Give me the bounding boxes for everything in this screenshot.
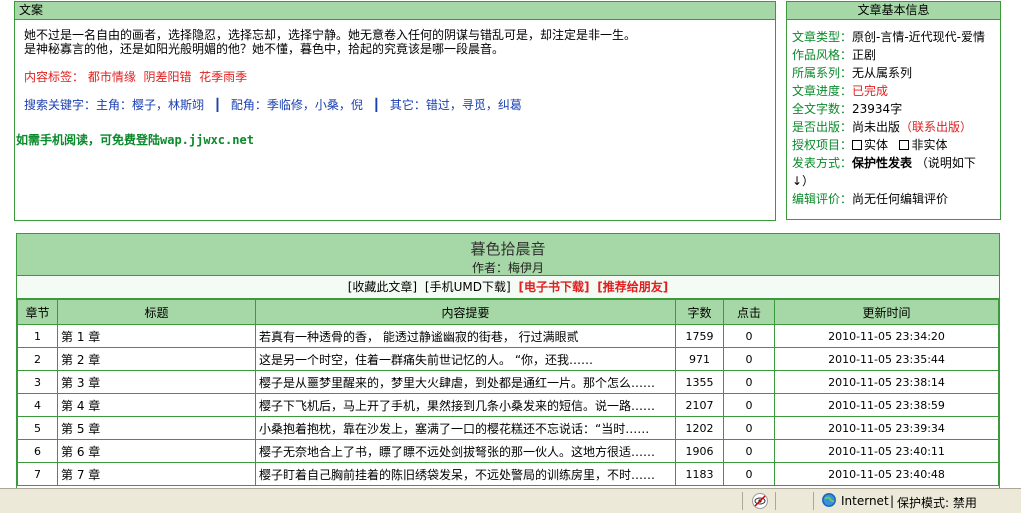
info-series: 所属系列：无从属系列 <box>792 66 913 80</box>
article-info-panel: 文章基本信息 文章类型：原创-言情-近代现代-爱情 作品风格：正剧 所属系列：无… <box>786 1 1001 220</box>
col-words: 字数 <box>675 299 724 325</box>
chapter-summary: 这是另一个时空，住着一群痛失前世记忆的人。 “你，还我…… <box>255 347 676 371</box>
checkbox-icon <box>899 140 910 150</box>
keywords-separator: ┃ <box>213 98 222 112</box>
mobile-reading-note[interactable]: 如需手机阅读，可免费登陆wap.jjwxc.net <box>16 131 254 148</box>
security-zone-label[interactable]: Internet <box>841 494 889 508</box>
col-updated: 更新时间 <box>774 299 999 325</box>
chapter-link[interactable]: 第 6 章 <box>57 439 256 463</box>
novel-title: 暮色拾晨音 <box>470 240 546 258</box>
info-publish: 是否出版：尚未出版（联系出版） <box>792 120 973 134</box>
search-keywords: 搜索关键字：主角：樱子，林斯翊 ┃ 配角：季临修，小桑，倪 ┃ 其它：错过，寻觅… <box>24 98 767 112</box>
table-header-row: 章节 标题 内容提要 字数 点击 更新时间 <box>17 299 999 325</box>
chapter-link[interactable]: 第 1 章 <box>57 324 256 348</box>
recommend-link[interactable]: [推荐给朋友] <box>597 280 668 294</box>
chapter-table: 章节 标题 内容提要 字数 点击 更新时间 1 第 1 章 若真有一种透骨的香，… <box>17 299 999 486</box>
chapter-link[interactable]: 第 2 章 <box>57 347 256 371</box>
chapter-summary: 樱子是从噩梦里醒来的，梦里大火肆虐，到处都是通红一片。那个怎么…… <box>255 370 676 394</box>
info-type: 文章类型：原创-言情-近代现代-爱情 <box>792 30 986 44</box>
info-style: 作品风格：正剧 <box>792 48 877 62</box>
info-evaluation: 编辑评价：尚无任何编辑评价 <box>792 192 949 206</box>
status-divider <box>775 492 776 510</box>
info-method-arrow: ↓） <box>792 174 815 188</box>
table-row: 4 第 4 章 樱子下飞机后，马上开了手机，果然接到几条小桑发来的短信。说一路…… <box>17 393 999 417</box>
favorite-link[interactable]: [收藏此文章] <box>348 280 417 294</box>
tag-link[interactable]: 都市情缘 <box>88 70 136 84</box>
table-row: 1 第 1 章 若真有一种透骨的香， 能透过静谧幽寂的街巷， 行过满眼贰 175… <box>17 324 999 348</box>
table-row: 3 第 3 章 樱子是从噩梦里醒来的，梦里大火肆虐，到处都是通红一片。那个怎么…… <box>17 370 999 394</box>
chapter-summary: 樱子盯着自己胸前挂着的陈旧绣袋发呆，不远处警局的训练房里，不时…… <box>255 462 676 486</box>
keywords-label: 搜索关键字： <box>24 98 97 112</box>
table-row: 7 第 7 章 樱子盯着自己胸前挂着的陈旧绣袋发呆，不远处警局的训练房里，不时…… <box>17 462 999 486</box>
table-row: 5 第 5 章 小桑抱着抱枕，靠在沙发上，塞满了一口的樱花糕还不忘说话：“当时…… <box>17 416 999 440</box>
summary-line-2: 是神秘寡言的他，还是如阳光般明媚的他？她不懂，暮色中，拾起的究竟该是哪一段晨音。 <box>24 42 505 56</box>
summary-line-1: 她不过是一名自由的画者，选择隐忍，选择忘却，选择宁静。她无意卷入任何的阴谋与错乱… <box>24 28 637 42</box>
chapter-link[interactable]: 第 5 章 <box>57 416 256 440</box>
keywords-main[interactable]: 主角：樱子，林斯翊 <box>96 98 204 112</box>
tag-link[interactable]: 阴差阳错 <box>144 70 192 84</box>
table-row: 6 第 6 章 樱子无奈地合上了书，瞟了瞟不远处剑拔弩张的那一伙人。这地方很适…… <box>17 439 999 463</box>
chapter-link[interactable]: 第 3 章 <box>57 370 256 394</box>
keywords-separator: ┃ <box>372 98 380 112</box>
summary-panel: 文案 她不过是一名自由的画者，选择隐忍，选择忘却，选择宁静。她无意卷入任何的阴谋… <box>14 1 776 221</box>
globe-icon <box>822 493 836 507</box>
col-clicks: 点击 <box>723 299 775 325</box>
tags-label: 内容标签： <box>24 70 85 84</box>
col-chapter: 章节 <box>17 299 58 325</box>
browser-status-bar: Internet | 保护模式: 禁用 <box>0 488 1021 513</box>
ebook-download-link[interactable]: [电子书下载] <box>518 280 589 294</box>
table-row: 2 第 2 章 这是另一个时空，住着一群痛失前世记忆的人。 “你，还我…… 97… <box>17 347 999 371</box>
info-rights: 授权项目： 实体 非实体 <box>792 138 948 152</box>
keywords-support[interactable]: 配角：季临修，小桑，倪 <box>231 98 363 112</box>
chapter-summary: 小桑抱着抱枕，靠在沙发上，塞满了一口的樱花糕还不忘说话：“当时…… <box>255 416 676 440</box>
protected-mode-label[interactable]: 保护模式: 禁用 <box>897 494 977 511</box>
novel-author: 作者：梅伊月 <box>471 261 544 275</box>
contact-publish-link[interactable]: （联系出版） <box>900 120 972 134</box>
chapter-list-panel: 暮色拾晨音 作者：梅伊月 [收藏此文章] [手机UMD下载] [电子书下载] [… <box>16 233 1000 512</box>
col-title: 标题 <box>57 299 256 325</box>
col-summary: 内容提要 <box>255 299 676 325</box>
chapter-summary: 樱子下飞机后，马上开了手机，果然接到几条小桑发来的短信。说一路…… <box>255 393 676 417</box>
info-progress: 文章进度：已完成 <box>792 84 889 98</box>
info-header: 文章基本信息 <box>787 2 1000 20</box>
info-word-count: 全文字数：23934字 <box>792 102 903 116</box>
status-divider <box>813 492 814 510</box>
status-divider <box>742 492 743 510</box>
status-pipe: | <box>890 494 895 508</box>
tag-link[interactable]: 花季雨季 <box>199 70 247 84</box>
content-tags: 内容标签： 都市情缘 阴差阳错 花季雨季 <box>24 70 767 84</box>
action-bar: [收藏此文章] [手机UMD下载] [电子书下载] [推荐给朋友] <box>17 276 999 299</box>
novel-title-block: 暮色拾晨音 作者：梅伊月 <box>17 234 999 276</box>
chapter-link[interactable]: 第 7 章 <box>57 462 256 486</box>
privacy-eye-icon[interactable] <box>752 493 768 509</box>
chapter-summary: 樱子无奈地合上了书，瞟了瞟不远处剑拔弩张的那一伙人。这地方很适…… <box>255 439 676 463</box>
chapter-link[interactable]: 第 4 章 <box>57 393 256 417</box>
chapter-summary: 若真有一种透骨的香， 能透过静谧幽寂的街巷， 行过满眼贰 <box>255 324 676 348</box>
keywords-other[interactable]: 其它：错过，寻觅，纠葛 <box>390 98 522 112</box>
umd-download-link[interactable]: [手机UMD下载] <box>425 280 511 294</box>
checkbox-icon <box>852 140 863 150</box>
summary-header: 文案 <box>15 2 775 20</box>
info-method: 发表方式：保护性发表 （说明如下 <box>792 156 976 170</box>
